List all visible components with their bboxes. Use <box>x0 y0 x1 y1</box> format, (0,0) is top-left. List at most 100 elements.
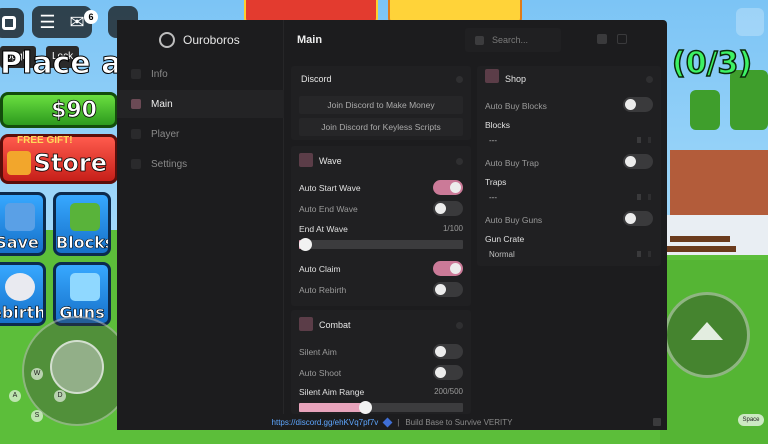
maximize-icon[interactable] <box>617 34 627 44</box>
auto-end-wave-toggle[interactable] <box>433 201 463 216</box>
blocks-label: Blocks <box>485 120 511 130</box>
combat-icon <box>299 317 313 331</box>
auto-claim-toggle[interactable] <box>433 261 463 276</box>
place-hint-text: Place a <box>0 46 122 82</box>
free-gift-label: FREE GIFT! <box>17 135 73 146</box>
settings-icon[interactable] <box>736 8 764 36</box>
footer: https://discord.gg/ehKVq7pf7v | Build Ba… <box>117 414 667 430</box>
dropdown-icon <box>648 194 651 200</box>
joystick-knob[interactable] <box>50 340 104 394</box>
silent-aim-range-label: Silent Aim Range <box>299 387 365 397</box>
diamond-icon <box>382 417 393 427</box>
arrow-up-icon <box>691 322 723 340</box>
end-at-wave-value: 1/100 <box>442 224 463 233</box>
page-title: Main <box>297 34 323 46</box>
dropdown-icon <box>637 137 641 143</box>
section-menu-icon[interactable] <box>646 76 653 83</box>
road <box>670 150 768 220</box>
sidebar-item-main[interactable]: Main <box>117 90 284 118</box>
slider-knob[interactable] <box>358 401 372 414</box>
sidebar-item-label: Main <box>151 98 173 110</box>
ouroboros-logo-icon <box>159 32 175 48</box>
money-display[interactable]: $90 <box>0 92 118 128</box>
save-tile[interactable]: Save <box>0 192 46 256</box>
menu-chat-pill[interactable]: ☰ ✉ <box>32 6 92 38</box>
slider-knob[interactable] <box>299 238 312 251</box>
dropdown-icon <box>637 194 641 200</box>
space-key-hint: Space <box>738 414 764 426</box>
silent-aim-label: Silent Aim <box>299 347 337 357</box>
gun-crate-dropdown-value: Normal <box>489 249 515 259</box>
resize-handle-icon[interactable] <box>653 418 661 426</box>
shop-title: Shop <box>505 74 527 84</box>
jump-button[interactable] <box>664 292 750 378</box>
rebirth-tile[interactable]: ebirth <box>0 262 46 326</box>
settings-nav-icon <box>131 159 141 169</box>
auto-shoot-label: Auto Shoot <box>299 368 342 378</box>
wave-section: Wave Auto Start Wave Auto End Wave End A… <box>291 146 471 306</box>
auto-rebirth-toggle[interactable] <box>433 282 463 297</box>
wave-title: Wave <box>319 156 342 166</box>
join-discord-money-button[interactable]: Join Discord to Make Money <box>299 96 463 114</box>
player-icon <box>131 129 141 139</box>
join-discord-keyless-button[interactable]: Join Discord for Keyless Scripts <box>299 118 463 136</box>
section-menu-icon[interactable] <box>456 322 463 329</box>
roblox-logo-icon <box>2 16 16 30</box>
sidebar-item-info[interactable]: Info <box>117 60 284 88</box>
section-menu-icon[interactable] <box>456 76 463 83</box>
hamburger-icon[interactable]: ☰ <box>39 12 55 33</box>
script-hub-window: Ouroboros Info Main Player Settings Main… <box>117 20 667 430</box>
blocks-tile[interactable]: Blocks <box>53 192 111 256</box>
sidebar-item-player[interactable]: Player <box>117 120 284 148</box>
blocks-dropdown-value: --- <box>489 135 497 145</box>
dropdown-icon <box>637 251 641 257</box>
silent-aim-range-slider[interactable] <box>299 401 463 414</box>
roblox-menu-button[interactable] <box>0 8 24 38</box>
gift-box-icon <box>7 151 31 175</box>
key-w: W <box>31 368 43 380</box>
slider-fill <box>299 403 365 412</box>
info-icon <box>131 69 141 79</box>
tree <box>690 90 720 130</box>
plank <box>670 236 730 242</box>
search-input[interactable] <box>492 35 552 45</box>
blocks-dropdown[interactable]: --- <box>485 132 653 148</box>
gun-crate-dropdown[interactable]: Normal <box>485 246 653 262</box>
gun-crate-label: Gun Crate <box>485 234 525 244</box>
end-at-wave-slider[interactable] <box>299 238 463 251</box>
silent-aim-toggle[interactable] <box>433 344 463 359</box>
silent-aim-range-value: 200/500 <box>434 387 463 396</box>
auto-buy-blocks-label: Auto Buy Blocks <box>485 101 547 111</box>
dropdown-icon <box>648 251 651 257</box>
auto-buy-blocks-toggle[interactable] <box>623 97 653 112</box>
rebirth-icon <box>5 273 35 301</box>
search-box[interactable] <box>465 28 561 52</box>
chat-count-badge: 6 <box>84 10 98 24</box>
shop-icon <box>485 69 499 83</box>
search-icon <box>475 35 484 45</box>
auto-buy-guns-toggle[interactable] <box>623 211 653 226</box>
store-button[interactable]: FREE GIFT! Store <box>0 134 118 184</box>
auto-start-wave-toggle[interactable] <box>433 180 463 195</box>
minimize-icon[interactable] <box>597 34 607 44</box>
auto-buy-guns-label: Auto Buy Guns <box>485 215 543 225</box>
auto-shoot-toggle[interactable] <box>433 365 463 380</box>
auto-buy-trap-toggle[interactable] <box>623 154 653 169</box>
shop-section: Shop Auto Buy Blocks Blocks --- Auto Buy… <box>477 66 661 266</box>
combat-title: Combat <box>319 320 351 330</box>
section-menu-icon[interactable] <box>456 158 463 165</box>
chat-icon[interactable]: ✉ <box>70 12 85 33</box>
key-s: S <box>31 410 43 422</box>
auto-end-wave-label: Auto End Wave <box>299 204 358 214</box>
footer-separator: | <box>397 417 400 427</box>
discord-link[interactable]: https://discord.gg/ehKVq7pf7v <box>272 418 379 427</box>
dropdown-icon <box>648 137 651 143</box>
rebirth-tile-label: ebirth <box>0 303 46 323</box>
grass-block-icon <box>70 203 100 231</box>
key-d: D <box>54 390 66 402</box>
traps-dropdown[interactable]: --- <box>485 189 653 205</box>
objective-counter: (0/3) <box>671 45 753 82</box>
sidebar-item-settings[interactable]: Settings <box>117 150 284 178</box>
main-icon <box>131 99 141 109</box>
blocks-tile-label: Blocks <box>56 233 111 253</box>
